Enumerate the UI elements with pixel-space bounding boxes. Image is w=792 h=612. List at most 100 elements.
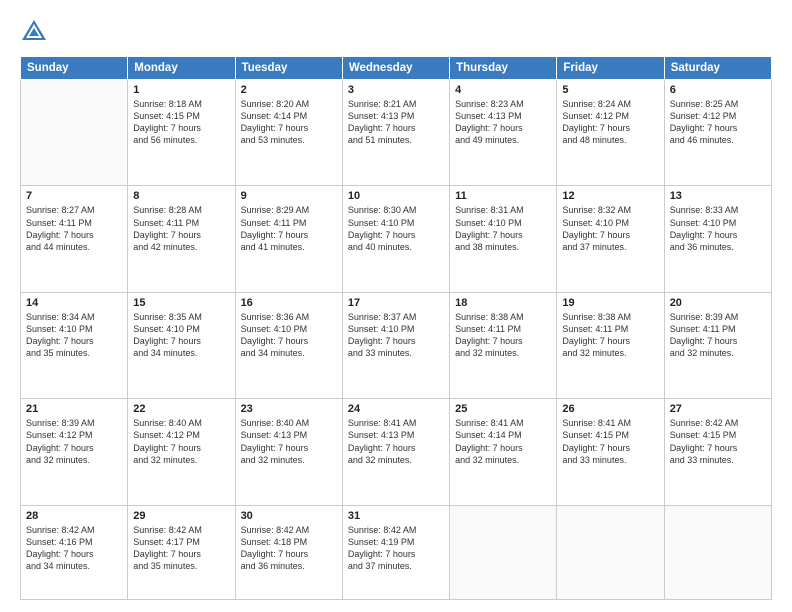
daylight-text: Daylight: 7 hours	[562, 230, 630, 240]
cell-details: Sunrise: 8:25 AMSunset: 4:12 PMDaylight:…	[670, 98, 766, 147]
daylight-text: Daylight: 7 hours	[455, 230, 523, 240]
day-number: 14	[26, 297, 122, 309]
sunset-text: Sunset: 4:14 PM	[241, 111, 308, 121]
sunrise-text: Sunrise: 8:20 AM	[241, 99, 310, 109]
daylight-text: Daylight: 7 hours	[455, 443, 523, 453]
sunrise-text: Sunrise: 8:25 AM	[670, 99, 739, 109]
sunrise-text: Sunrise: 8:39 AM	[26, 418, 95, 428]
sunrise-text: Sunrise: 8:18 AM	[133, 99, 202, 109]
day-number: 31	[348, 510, 444, 522]
calendar-cell: 29Sunrise: 8:42 AMSunset: 4:17 PMDayligh…	[128, 505, 235, 599]
cell-details: Sunrise: 8:21 AMSunset: 4:13 PMDaylight:…	[348, 98, 444, 147]
day-number: 6	[670, 84, 766, 96]
sunrise-text: Sunrise: 8:38 AM	[562, 312, 631, 322]
day-number: 8	[133, 190, 229, 202]
daylight-minutes: and 56 minutes.	[133, 135, 197, 145]
sunrise-text: Sunrise: 8:42 AM	[26, 525, 95, 535]
calendar-cell: 2Sunrise: 8:20 AMSunset: 4:14 PMDaylight…	[235, 80, 342, 186]
cell-details: Sunrise: 8:36 AMSunset: 4:10 PMDaylight:…	[241, 311, 337, 360]
cell-details: Sunrise: 8:42 AMSunset: 4:19 PMDaylight:…	[348, 524, 444, 573]
calendar-cell: 5 Sunrise: 8:24 AMSunset: 4:12 PMDaylight…	[557, 80, 664, 186]
logo-icon	[20, 18, 48, 46]
day-number: 1	[133, 84, 229, 96]
calendar-cell: 21Sunrise: 8:39 AMSunset: 4:12 PMDayligh…	[21, 399, 128, 505]
day-number: 28	[26, 510, 122, 522]
daylight-text: Daylight: 7 hours	[26, 230, 94, 240]
day-number: 17	[348, 297, 444, 309]
cell-details: Sunrise: 8:24 AMSunset: 4:12 PMDaylight:…	[562, 98, 658, 147]
daylight-minutes: and 32 minutes.	[26, 455, 90, 465]
daylight-text: Daylight: 7 hours	[455, 336, 523, 346]
calendar-cell: 25Sunrise: 8:41 AMSunset: 4:14 PMDayligh…	[450, 399, 557, 505]
calendar-cell	[21, 80, 128, 186]
calendar-cell: 14Sunrise: 8:34 AMSunset: 4:10 PMDayligh…	[21, 292, 128, 398]
daylight-minutes: and 33 minutes.	[670, 455, 734, 465]
sunset-text: Sunset: 4:11 PM	[455, 324, 521, 334]
day-number: 5	[562, 84, 658, 96]
sunrise-text: Sunrise: 8:42 AM	[670, 418, 739, 428]
calendar-cell: 20Sunrise: 8:39 AMSunset: 4:11 PMDayligh…	[664, 292, 771, 398]
sunset-text: Sunset: 4:10 PM	[562, 218, 629, 228]
cell-details: Sunrise: 8:41 AMSunset: 4:15 PMDaylight:…	[562, 417, 658, 466]
calendar-week-2: 7Sunrise: 8:27 AMSunset: 4:11 PMDaylight…	[21, 186, 772, 292]
calendar-cell: 11Sunrise: 8:31 AMSunset: 4:10 PMDayligh…	[450, 186, 557, 292]
sunset-text: Sunset: 4:11 PM	[670, 324, 736, 334]
sunset-text: Sunset: 4:10 PM	[348, 218, 415, 228]
daylight-text: Daylight: 7 hours	[133, 549, 201, 559]
cell-details: Sunrise: 8:42 AM Sunset: 4:15 PM Daylight:…	[670, 417, 766, 466]
sunrise-text: Sunrise: 8:40 AM	[241, 418, 310, 428]
daylight-minutes: and 37 minutes.	[562, 242, 626, 252]
daylight-minutes: and 37 minutes.	[348, 561, 412, 571]
cell-details: Sunrise: 8:40 AMSunset: 4:13 PMDaylight:…	[241, 417, 337, 466]
daylight-minutes: and 34 minutes.	[133, 348, 197, 358]
daylight-minutes: and 32 minutes.	[348, 455, 412, 465]
cell-details: Sunrise: 8:38 AMSunset: 4:11 PMDaylight:…	[562, 311, 658, 360]
sunset-text: Sunset: 4:15 PM	[562, 430, 629, 440]
logo	[20, 18, 52, 46]
sunset-text: Sunset: 4:15 PM	[670, 430, 737, 440]
day-number: 22	[133, 403, 229, 415]
calendar-cell	[664, 505, 771, 599]
sunrise-text: Sunrise: 8:29 AM	[241, 205, 310, 215]
cell-details: Sunrise: 8:41 AMSunset: 4:14 PMDaylight:…	[455, 417, 551, 466]
cell-details: Sunrise: 8:33 AMSunset: 4:10 PMDaylight:…	[670, 204, 766, 253]
day-number: 16	[241, 297, 337, 309]
sunrise-text: Sunrise: 8:23 AM	[455, 99, 524, 109]
day-number: 20	[670, 297, 766, 309]
daylight-text: Daylight: 7 hours	[26, 336, 94, 346]
daylight-minutes: and 32 minutes.	[562, 348, 626, 358]
daylight-minutes: and 32 minutes.	[455, 455, 519, 465]
daylight-text: Daylight: 7 hours	[670, 443, 738, 453]
day-number: 10	[348, 190, 444, 202]
day-number: 12	[562, 190, 658, 202]
calendar-cell: 30Sunrise: 8:42 AMSunset: 4:18 PMDayligh…	[235, 505, 342, 599]
day-number: 13	[670, 190, 766, 202]
cell-details: Sunrise: 8:31 AMSunset: 4:10 PMDaylight:…	[455, 204, 551, 253]
sunrise-text: Sunrise: 8:42 AM	[133, 525, 202, 535]
daylight-text: Daylight: 7 hours	[348, 336, 416, 346]
day-number: 23	[241, 403, 337, 415]
calendar-cell: 19Sunrise: 8:38 AMSunset: 4:11 PMDayligh…	[557, 292, 664, 398]
weekday-sunday: Sunday	[21, 57, 128, 80]
daylight-minutes: and 36 minutes.	[670, 242, 734, 252]
daylight-text: Daylight: 7 hours	[562, 123, 630, 133]
calendar-cell: 26Sunrise: 8:41 AMSunset: 4:15 PMDayligh…	[557, 399, 664, 505]
daylight-text: Daylight: 7 hours	[348, 230, 416, 240]
cell-details: Sunrise: 8:30 AMSunset: 4:10 PMDaylight:…	[348, 204, 444, 253]
daylight-text: Daylight: 7 hours	[133, 230, 201, 240]
sunset-text: Sunset: 4:18 PM	[241, 537, 308, 547]
day-number: 27	[670, 403, 766, 415]
sunset-text: Sunset: 4:10 PM	[133, 324, 200, 334]
daylight-text: Daylight: 7 hours	[241, 336, 309, 346]
calendar-week-4: 21Sunrise: 8:39 AMSunset: 4:12 PMDayligh…	[21, 399, 772, 505]
daylight-text: Daylight: 7 hours	[26, 549, 94, 559]
cell-details: Sunrise: 8:37 AMSunset: 4:10 PMDaylight:…	[348, 311, 444, 360]
sunset-text: Sunset: 4:12 PM	[670, 111, 737, 121]
calendar: SundayMondayTuesdayWednesdayThursdayFrid…	[20, 56, 772, 600]
daylight-text: Daylight: 7 hours	[348, 443, 416, 453]
sunset-text: Sunset: 4:13 PM	[455, 111, 522, 121]
day-number: 9	[241, 190, 337, 202]
daylight-minutes: and 32 minutes.	[133, 455, 197, 465]
daylight-text: Daylight: 7 hours	[133, 443, 201, 453]
daylight-minutes: and 44 minutes.	[26, 242, 90, 252]
